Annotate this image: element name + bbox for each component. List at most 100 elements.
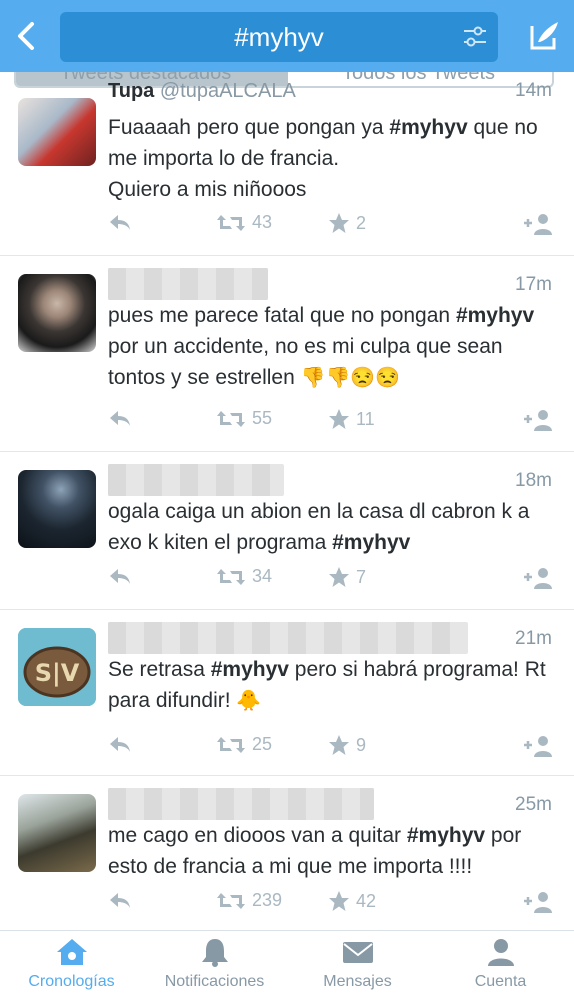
retweet-icon — [217, 568, 245, 585]
favorite-count: 9 — [356, 734, 367, 755]
tweet-text: Fuaaaah pero que pongan ya #myhyv que no… — [108, 116, 538, 201]
avatar[interactable] — [18, 470, 96, 548]
hashtag-link[interactable]: #myhyv — [456, 304, 534, 327]
author-name-blurred — [108, 788, 374, 820]
tweet-text: ogala caiga un abion en la casa dl cabro… — [108, 500, 530, 554]
follow-button[interactable] — [522, 890, 554, 914]
reply-button[interactable] — [108, 566, 132, 586]
favorite-button[interactable]: 11 — [328, 408, 375, 430]
reply-button[interactable] — [108, 408, 132, 428]
reply-icon — [110, 893, 130, 908]
follow-button[interactable] — [522, 566, 554, 590]
island-logo-image: S|V — [18, 628, 96, 706]
retweet-button[interactable]: 55 — [216, 408, 272, 429]
author-name-blurred — [108, 622, 468, 654]
favorite-count: 11 — [356, 408, 375, 429]
segment-all-tweets[interactable]: Todos los Tweets — [342, 72, 495, 85]
tab-mensajes-label: Mensajes — [323, 973, 392, 990]
hashtag-link[interactable]: #myhyv — [332, 531, 410, 554]
tab-cronologias[interactable]: Cronologías — [0, 937, 143, 991]
retweet-count: 25 — [252, 734, 273, 754]
favorite-button[interactable]: 9 — [328, 734, 366, 756]
favorite-button[interactable]: 7 — [328, 566, 366, 588]
tweet-author-name: Tupa — [108, 80, 155, 102]
emoji-group: 🐥 — [236, 690, 262, 712]
tweet-timestamp: 25m — [515, 794, 552, 815]
star-icon — [329, 735, 349, 755]
favorite-button[interactable]: 2 — [328, 212, 366, 234]
tab-mensajes[interactable]: Mensajes — [286, 937, 429, 991]
tweet-timestamp: 18m — [515, 470, 552, 491]
star-icon — [329, 409, 349, 429]
tab-notificaciones[interactable]: Notificaciones — [143, 937, 286, 991]
follow-button[interactable] — [522, 212, 554, 236]
reply-icon — [110, 411, 130, 426]
retweet-icon — [217, 410, 245, 427]
favorite-button[interactable]: 42 — [328, 890, 376, 912]
envelope-icon — [342, 942, 373, 963]
tweet-timestamp: 17m — [515, 274, 552, 295]
favorite-count: 2 — [356, 212, 367, 233]
follow-button[interactable] — [522, 734, 554, 758]
top-navigation-bar: #myhyv — [0, 0, 574, 72]
follow-user-icon — [524, 736, 552, 757]
tweet-item[interactable]: 25m me cago en diooos van a quitar #myhy… — [0, 776, 574, 930]
back-button[interactable] — [8, 14, 44, 58]
compose-feather-icon[interactable] — [526, 18, 562, 54]
reply-button[interactable] — [108, 734, 132, 754]
reply-button[interactable] — [108, 212, 132, 232]
reply-button[interactable] — [108, 890, 132, 910]
tweet-author-handle: @tupaALCALA — [159, 80, 296, 102]
emoji-group: 👎👎😒😒 — [300, 367, 401, 389]
follow-user-icon — [524, 410, 552, 431]
retweet-count: 55 — [252, 408, 273, 428]
avatar[interactable] — [18, 794, 96, 872]
tweet-actions: 34 7 — [0, 566, 574, 594]
retweet-icon — [217, 736, 245, 753]
chevron-left-icon — [18, 22, 34, 50]
tab-notificaciones-label: Notificaciones — [164, 973, 265, 990]
tweet-author[interactable]: Tupa @tupaALCALA — [108, 80, 296, 103]
reply-icon — [110, 569, 130, 584]
retweet-count: 34 — [252, 566, 273, 586]
bottom-tab-bar: Cronologías Notificaciones Mensajes Cuen… — [0, 930, 574, 997]
retweet-icon — [217, 892, 245, 909]
tab-cuenta[interactable]: Cuenta — [429, 937, 572, 991]
retweet-button[interactable]: 25 — [216, 734, 272, 755]
avatar[interactable]: S|V — [18, 628, 96, 706]
reply-icon — [110, 215, 130, 230]
tweet-actions: 25 9 — [0, 734, 574, 762]
tab-cuenta-label: Cuenta — [474, 973, 527, 990]
author-name-blurred — [108, 268, 268, 300]
retweet-count: 239 — [252, 890, 283, 910]
tweet-item[interactable]: 17m pues me parece fatal que no pongan #… — [0, 256, 574, 452]
tweet-timestamp: 14m — [515, 80, 552, 101]
star-icon — [329, 213, 349, 233]
hashtag-link[interactable]: #myhyv — [389, 116, 467, 139]
retweet-button[interactable]: 43 — [216, 212, 272, 233]
sliders-icon[interactable] — [462, 26, 488, 48]
tweet-item[interactable]: 18m ogala caiga un abion en la casa dl c… — [0, 452, 574, 610]
favorite-count: 7 — [356, 566, 367, 587]
retweet-icon — [217, 214, 245, 231]
retweet-button[interactable]: 34 — [216, 566, 272, 587]
tweet-actions: 239 42 — [0, 890, 574, 918]
retweet-button[interactable]: 239 — [216, 890, 282, 911]
hashtag-link[interactable]: #myhyv — [211, 658, 289, 681]
tweet-item[interactable]: Tupa @tupaALCALA 14m Fuaaaah pero que po… — [0, 80, 574, 256]
svg-text:S|V: S|V — [35, 659, 80, 687]
tweet-actions: 43 2 — [0, 212, 574, 240]
avatar[interactable] — [18, 274, 96, 352]
avatar[interactable] — [18, 98, 96, 166]
follow-button[interactable] — [522, 408, 554, 432]
search-field[interactable]: #myhyv — [60, 12, 498, 62]
star-icon — [329, 567, 349, 587]
author-name-blurred — [108, 464, 284, 496]
favorite-count: 42 — [356, 890, 377, 911]
tab-cronologias-label: Cronologías — [28, 973, 115, 990]
bell-icon — [201, 939, 228, 967]
follow-user-icon — [524, 892, 552, 913]
hashtag-link[interactable]: #myhyv — [407, 824, 485, 847]
tweet-item[interactable]: S|V 21m Se retrasa #myhyv pero si habrá … — [0, 610, 574, 776]
person-icon — [487, 939, 514, 966]
